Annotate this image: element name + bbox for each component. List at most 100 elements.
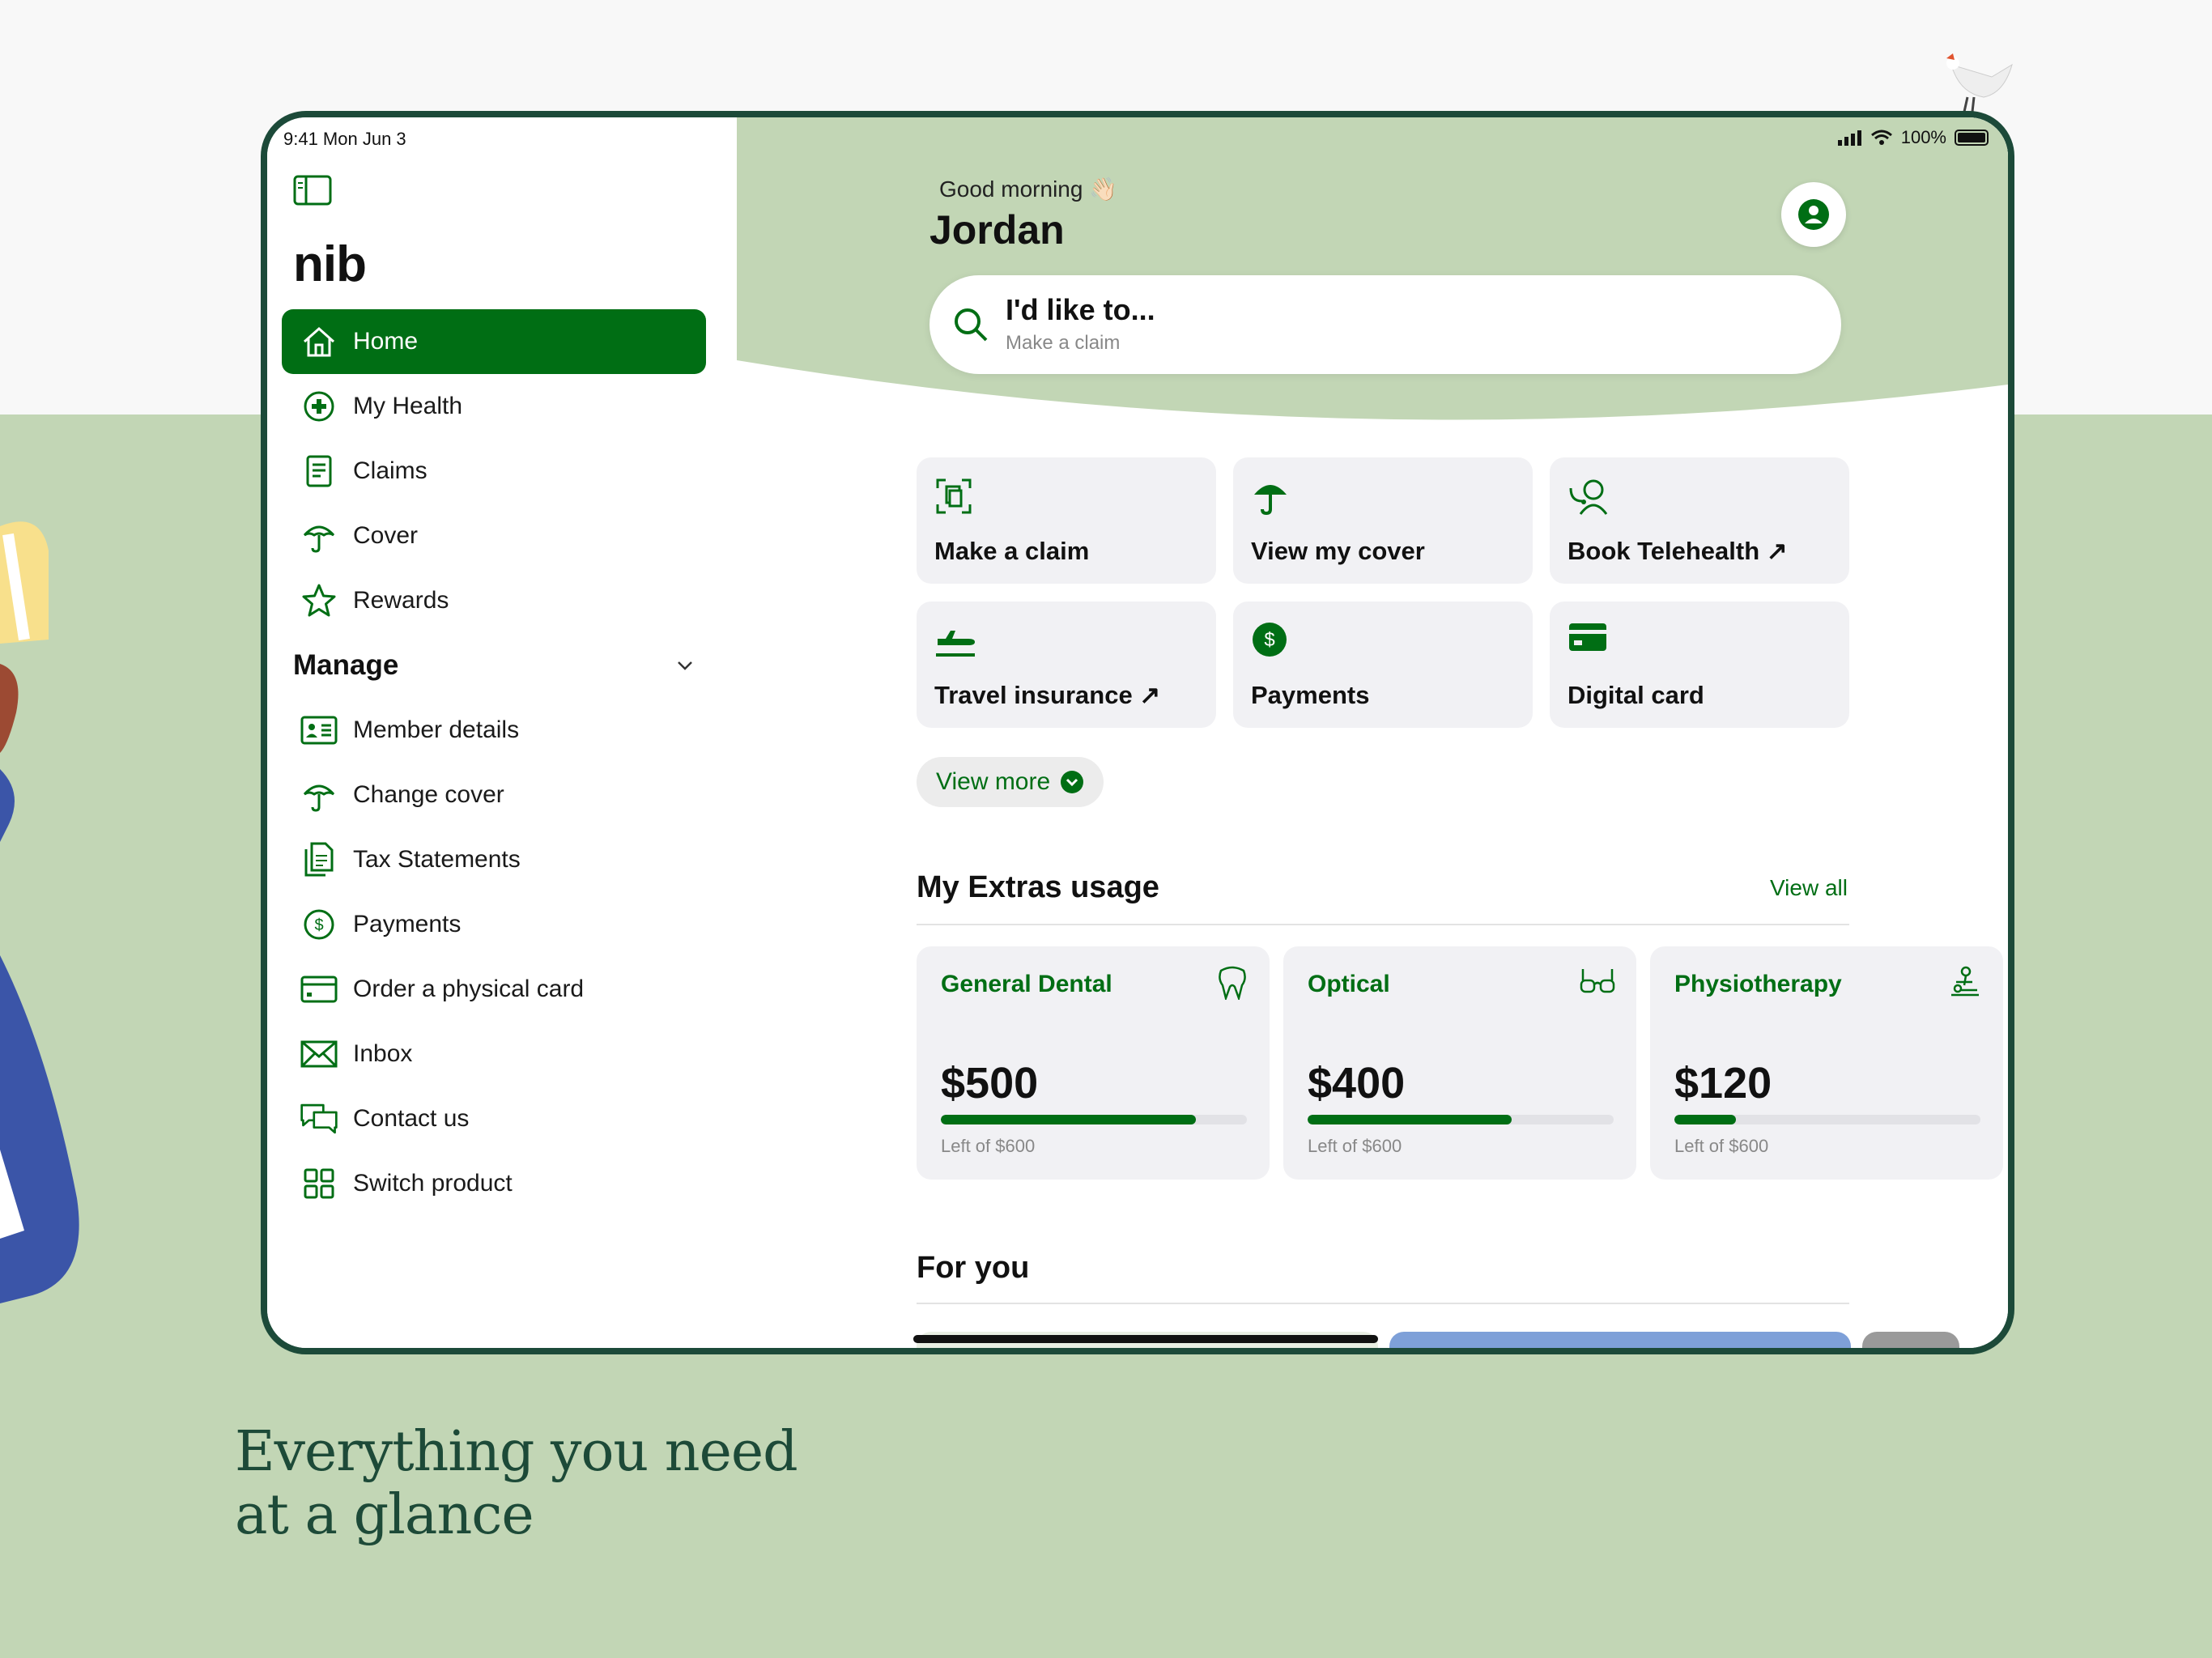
files-icon: [300, 840, 338, 879]
glasses-icon: [1580, 969, 1615, 993]
status-time: 9:41 Mon Jun 3: [283, 129, 406, 149]
extras-remaining-text: Left of $600: [941, 1136, 1036, 1156]
sidebar-item-tax-statements[interactable]: Tax Statements: [282, 827, 706, 892]
extras-progress-bar: [1308, 1115, 1614, 1124]
mail-icon: [300, 1035, 338, 1073]
sidebar-item-label: Switch product: [353, 1170, 513, 1197]
quick-action-view-cover[interactable]: View my cover: [1233, 457, 1533, 584]
user-name: Jordan: [929, 207, 1065, 253]
sidebar-nav: Home My Health Claims Cover Rewards Mana…: [282, 309, 706, 1216]
quick-action-label: View my cover: [1251, 537, 1425, 565]
manage-section-toggle[interactable]: Manage: [282, 633, 706, 698]
for-you-card-3[interactable]: [1862, 1332, 1959, 1348]
sidebar-item-label: Cover: [353, 522, 419, 549]
view-more-label: View more: [936, 768, 1051, 795]
for-you-card-2[interactable]: [1389, 1332, 1851, 1348]
extras-progress-fill: [1674, 1115, 1736, 1124]
document-icon: [300, 452, 338, 491]
scan-claim-icon: [936, 478, 972, 514]
sidebar-item-my-health[interactable]: My Health: [282, 374, 706, 439]
sidebar-item-claims[interactable]: Claims: [282, 439, 706, 504]
bird-illustration: [1946, 53, 2013, 113]
sidebar-item-rewards[interactable]: Rewards: [282, 568, 706, 633]
id-card-icon: [300, 711, 338, 750]
sidebar-item-home[interactable]: Home: [282, 309, 706, 374]
extras-remaining-text: Left of $600: [1674, 1136, 1769, 1156]
extras-card-name: General Dental: [941, 971, 1112, 997]
quick-action-label: Travel insurance ↗: [934, 681, 1161, 709]
view-more-button[interactable]: View more: [917, 757, 1104, 807]
extras-card-name: Physiotherapy: [1674, 971, 1842, 997]
sidebar-item-label: Payments: [353, 911, 462, 937]
chevron-down-circle-icon: [1061, 771, 1084, 793]
sidebar-item-cover[interactable]: Cover: [282, 504, 706, 568]
extras-card-physiotherapy[interactable]: Physiotherapy $120 Left of $600: [1650, 946, 2003, 1180]
tagline-line-1: Everything you need: [235, 1420, 798, 1484]
sidebar-toggle-button[interactable]: [293, 174, 332, 210]
main-content: Good morning 👋🏻 Jordan I'd like to... Ma…: [737, 117, 2008, 1348]
star-icon: [300, 581, 338, 620]
sidebar-item-label: Contact us: [353, 1105, 470, 1132]
chevron-down-icon: [678, 661, 692, 670]
health-plus-icon: [300, 387, 338, 426]
sidebar-item-label: Claims: [353, 457, 428, 484]
wifi-icon: [1870, 130, 1892, 145]
profile-button[interactable]: [1781, 182, 1846, 247]
dollar-circle-icon: $: [1253, 623, 1287, 657]
extras-card-general-dental[interactable]: General Dental $500 Left of $600: [917, 946, 1270, 1180]
battery-icon: [1955, 130, 1989, 146]
quick-actions-grid: Make a claim View my cover Book Teleheal…: [917, 457, 1853, 728]
quick-action-label: Payments: [1251, 681, 1370, 709]
sidebar-item-label: Order a physical card: [353, 976, 585, 1002]
extras-amount: $400: [1308, 1059, 1406, 1107]
sidebar-item-inbox[interactable]: Inbox: [282, 1022, 706, 1086]
sidebar-item-contact-us[interactable]: Contact us: [282, 1086, 706, 1151]
extras-remaining-text: Left of $600: [1308, 1136, 1402, 1156]
extras-amount: $120: [1674, 1059, 1772, 1107]
extras-divider: [917, 924, 1849, 925]
extras-card-name: Optical: [1308, 971, 1390, 997]
sidebar-item-switch-product[interactable]: Switch product: [282, 1151, 706, 1216]
svg-text:$: $: [314, 916, 323, 934]
extras-progress-bar: [1674, 1115, 1980, 1124]
telehealth-icon: [1569, 479, 1608, 515]
quick-action-label: Digital card: [1568, 681, 1704, 709]
tooth-icon: [1219, 966, 1246, 1000]
signal-icon: [1837, 130, 1861, 146]
svg-text:$: $: [1264, 629, 1274, 651]
sidebar-item-order-card[interactable]: Order a physical card: [282, 957, 706, 1022]
quick-action-digital-card[interactable]: Digital card: [1550, 602, 1849, 728]
sidebar-item-change-cover[interactable]: Change cover: [282, 763, 706, 827]
status-indicators: 100%: [1837, 127, 1989, 148]
greeting-text: Good morning 👋🏻: [939, 176, 1118, 202]
umbrella-icon: [1254, 485, 1287, 516]
quick-action-make-claim[interactable]: Make a claim: [917, 457, 1216, 584]
umbrella-icon: [300, 517, 338, 555]
user-avatar-icon: [1798, 199, 1829, 230]
sidebar-item-label: Change cover: [353, 781, 504, 808]
manage-heading: Manage: [293, 649, 399, 681]
extras-progress-bar: [941, 1115, 1247, 1124]
sidebar-item-label: Inbox: [353, 1040, 413, 1067]
grid-icon: [300, 1164, 338, 1203]
search-icon: [955, 308, 988, 342]
brand-logo: nib: [293, 236, 367, 292]
quick-action-payments[interactable]: $ Payments: [1233, 602, 1533, 728]
tagline-line-2: at a glance: [235, 1483, 534, 1547]
home-icon: [300, 322, 338, 361]
action-search-bar[interactable]: I'd like to... Make a claim: [929, 275, 1841, 374]
illustration-figure: [0, 521, 79, 1303]
sidebar-item-payments[interactable]: $ Payments: [282, 892, 706, 957]
quick-action-travel-insurance[interactable]: Travel insurance ↗: [917, 602, 1216, 728]
view-all-link[interactable]: View all: [1770, 875, 1848, 901]
extras-progress-fill: [941, 1115, 1196, 1124]
sidebar-item-member-details[interactable]: Member details: [282, 698, 706, 763]
quick-action-telehealth[interactable]: Book Telehealth ↗: [1550, 457, 1849, 584]
card-icon: [1569, 623, 1606, 651]
search-subtitle: Make a claim: [1006, 332, 1121, 354]
home-indicator: [913, 1335, 1378, 1343]
sidebar-item-label: Member details: [353, 716, 520, 743]
sidebar-item-label: Tax Statements: [353, 846, 521, 873]
extras-card-optical[interactable]: Optical $400 Left of $600: [1283, 946, 1636, 1180]
hero-background: [737, 117, 2008, 420]
